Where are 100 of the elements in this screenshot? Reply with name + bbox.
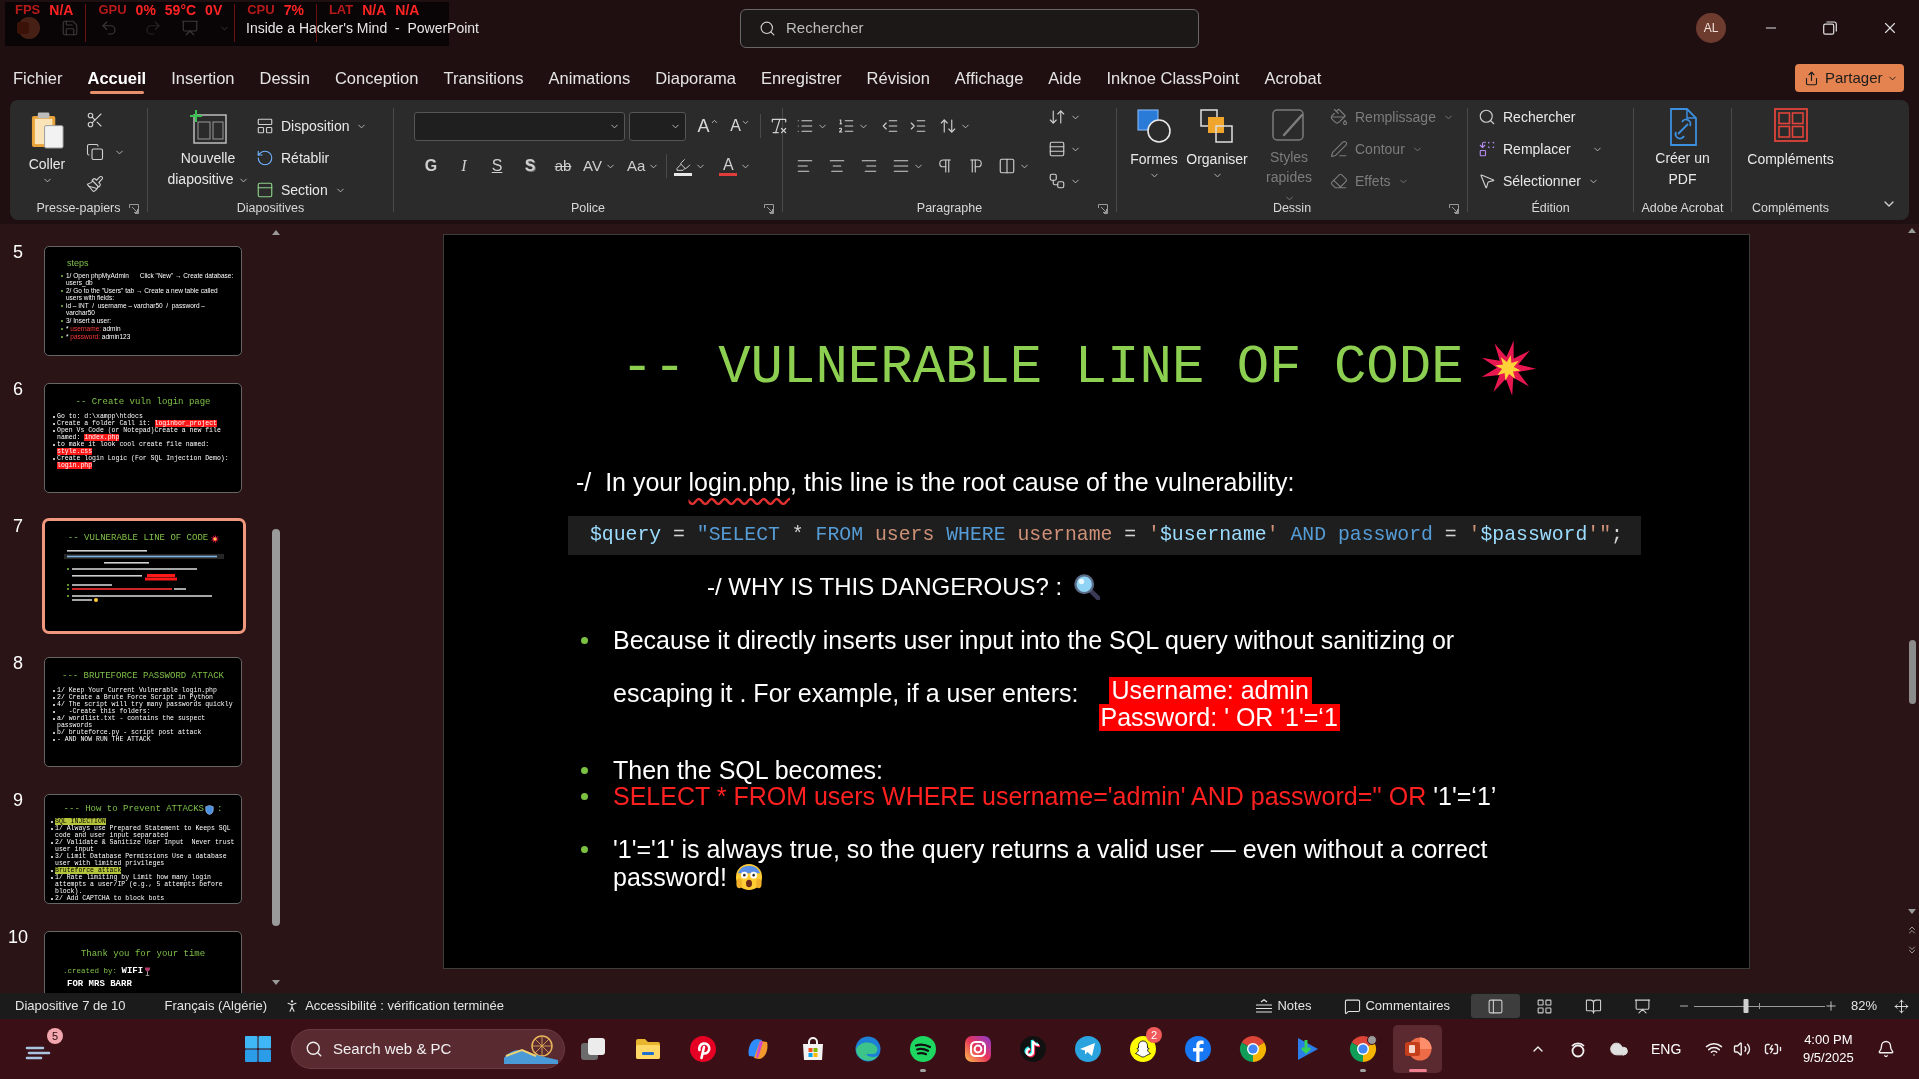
menu-tab[interactable]: Révision xyxy=(866,61,930,95)
copy-icon[interactable] xyxy=(86,143,104,161)
dialog-launcher-icon[interactable] xyxy=(764,204,774,214)
start-icon[interactable] xyxy=(244,1035,272,1063)
shapes-icon xyxy=(1136,108,1172,144)
font-size-field[interactable] xyxy=(629,111,686,141)
slide-thumbnail[interactable] xyxy=(44,383,242,493)
character-spacing-button[interactable]: AV xyxy=(583,154,616,178)
underline-button[interactable]: S xyxy=(484,154,510,178)
pilcrow-icon[interactable] xyxy=(967,157,985,175)
notes-button[interactable]: Notes xyxy=(1255,996,1312,1016)
dialog-launcher-icon[interactable] xyxy=(1098,204,1108,214)
menu-tab[interactable]: Acrobat xyxy=(1264,61,1322,95)
justify-icon[interactable] xyxy=(892,157,910,175)
replace-button[interactable]: Remplacer xyxy=(1478,133,1603,165)
align-center-icon[interactable] xyxy=(828,157,846,175)
scissors-icon[interactable] xyxy=(86,111,104,129)
wifi-icon[interactable] xyxy=(1705,1040,1724,1058)
view-button[interactable] xyxy=(1470,994,1520,1018)
pilcrow-icon[interactable] xyxy=(936,157,954,175)
align-right-icon[interactable] xyxy=(860,157,878,175)
menu-tab[interactable]: Fichier xyxy=(13,61,63,95)
line-spacing-icon[interactable] xyxy=(939,117,957,135)
share-button[interactable]: Partager xyxy=(1795,64,1904,92)
menu-tab[interactable]: Diaporama xyxy=(655,61,736,95)
bullets-icon[interactable] xyxy=(796,117,814,135)
highlighter-icon[interactable] xyxy=(674,156,693,176)
menu-tab[interactable]: Dessin xyxy=(259,61,310,95)
slide-thumbnail[interactable]: -- VULNERABLE LINE OF CODE xyxy=(42,518,246,634)
language-label[interactable]: Français (Algérie) xyxy=(164,996,268,1016)
slide-thumbnail[interactable] xyxy=(44,246,242,356)
previous-slide-icon[interactable] xyxy=(1906,924,1918,936)
select-button[interactable]: Sélectionner xyxy=(1478,165,1603,197)
bold-button[interactable]: G xyxy=(418,154,444,178)
menu-tab[interactable]: Accueil xyxy=(87,61,147,95)
scroll-up-icon[interactable] xyxy=(1908,228,1916,233)
scrollbar-thumb[interactable] xyxy=(1908,640,1916,704)
paste-button[interactable]: Coller xyxy=(24,111,70,193)
shrink-font-button[interactable]: A xyxy=(726,112,754,140)
layout-button[interactable]: Disposition xyxy=(256,110,368,142)
taskbar-search-field[interactable]: Search web & PC xyxy=(291,1029,565,1069)
arrange-button[interactable]: Organiser xyxy=(1184,108,1250,207)
menu-tab[interactable]: Transitions xyxy=(443,61,524,95)
align-text-icon[interactable] xyxy=(1048,140,1066,158)
user-avatar[interactable]: AL xyxy=(1696,13,1726,43)
clock-time[interactable]: 4:00 PM xyxy=(1804,1031,1853,1049)
scroll-down-icon[interactable] xyxy=(1908,909,1916,914)
font-name-field[interactable] xyxy=(414,111,625,141)
clock-date[interactable]: 9/5/2025 xyxy=(1803,1049,1854,1067)
diagram-icon[interactable] xyxy=(1048,172,1066,190)
volume-icon[interactable] xyxy=(1733,1040,1752,1058)
clear-formatting-icon[interactable] xyxy=(769,116,789,136)
notification-bell-icon[interactable] xyxy=(1877,1040,1896,1058)
align-left-icon[interactable] xyxy=(796,157,814,175)
zoom-slider[interactable] xyxy=(1693,999,1825,1013)
comments-button[interactable]: Commentaires xyxy=(1344,996,1450,1016)
italic-button[interactable]: I xyxy=(451,154,477,178)
increase-indent-icon[interactable] xyxy=(909,117,927,135)
columns-icon[interactable] xyxy=(998,157,1016,175)
shapes-button[interactable]: Formes xyxy=(1124,108,1184,207)
paintbrush-icon[interactable] xyxy=(86,175,104,193)
fit-to-window-icon[interactable] xyxy=(1894,998,1909,1014)
replace-icon xyxy=(1478,140,1496,158)
menu-tab[interactable]: Affichage xyxy=(954,61,1024,95)
menu-tab[interactable]: Insertion xyxy=(171,61,235,95)
taskbar-app-button[interactable] xyxy=(1393,1025,1442,1073)
scroll-up-icon[interactable] xyxy=(272,230,280,235)
language-indicator[interactable]: ENG xyxy=(1651,1038,1682,1060)
slide-thumbnail[interactable] xyxy=(44,657,242,767)
overlay-label: LAT xyxy=(328,3,354,17)
zoom-slider-thumb[interactable] xyxy=(1743,999,1749,1013)
reset-button[interactable]: Rétablir xyxy=(256,142,368,174)
zoom-percentage[interactable]: 82% xyxy=(1850,996,1877,1016)
scroll-down-icon[interactable] xyxy=(272,980,280,985)
decrease-indent-icon[interactable] xyxy=(881,117,899,135)
dialog-launcher-icon[interactable] xyxy=(1449,204,1459,214)
ring-icon[interactable] xyxy=(1569,1040,1587,1058)
menu-tab[interactable]: Inknoe ClassPoint xyxy=(1106,61,1240,95)
font-color-button[interactable]: A xyxy=(719,156,738,176)
numbering-icon[interactable] xyxy=(837,117,855,135)
add-ins-button[interactable]: Compléments xyxy=(1747,108,1834,168)
dialog-launcher-icon[interactable] xyxy=(129,204,139,214)
menu-tab[interactable]: Enregistrer xyxy=(760,61,842,95)
find-button[interactable]: Rechercher xyxy=(1478,101,1603,133)
menu-tab[interactable]: Conception xyxy=(334,61,419,95)
search-field[interactable]: Rechercher xyxy=(740,8,1199,48)
browser-logo-icon xyxy=(1348,1035,1377,1063)
scrollbar-thumb[interactable] xyxy=(272,529,280,926)
text-direction-icon[interactable] xyxy=(1048,108,1066,126)
shadow-button[interactable]: S xyxy=(517,154,543,178)
create-pdf-button[interactable]: Créer un PDF xyxy=(1652,108,1713,190)
menu-tab[interactable]: Aide xyxy=(1048,61,1082,95)
restore-icon[interactable] xyxy=(1823,21,1837,35)
accessibility-button[interactable]: Accessibilité : vérification terminée xyxy=(284,996,504,1016)
strikethrough-button[interactable]: ab xyxy=(550,154,576,178)
next-slide-icon[interactable] xyxy=(1906,944,1918,956)
menu-tab[interactable]: Animations xyxy=(548,61,631,95)
slide-thumbnail[interactable] xyxy=(44,794,242,904)
change-case-button[interactable]: Aa xyxy=(626,154,660,178)
grow-font-button[interactable]: A xyxy=(694,112,722,140)
